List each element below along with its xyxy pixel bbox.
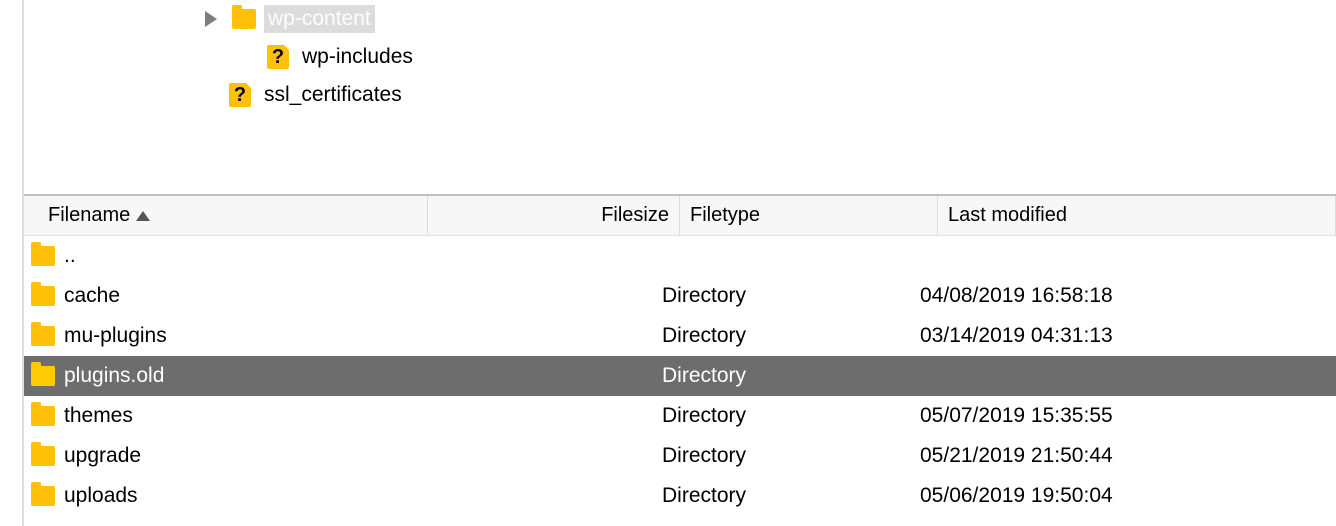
cell-filetype: Directory (662, 484, 920, 508)
filename-label: uploads (64, 484, 138, 508)
tree-item[interactable]: ? ssl_certificates (24, 76, 1336, 114)
filename-label: .. (64, 244, 76, 268)
table-row[interactable]: plugins.old Directory (24, 356, 1336, 396)
column-headers: Filename Filesize Filetype Last modified (24, 196, 1336, 236)
cell-modified: 04/08/2019 16:58:18 (920, 284, 1336, 308)
file-rows: ..cacheDirectory04/08/2019 16:58:18mu-pl… (24, 236, 1336, 516)
unknown-file-icon: ? (262, 45, 294, 69)
cell-filetype: Directory (662, 404, 920, 428)
folder-icon (28, 406, 58, 426)
column-modified[interactable]: Last modified (938, 196, 1336, 235)
cell-filename: themes (28, 404, 418, 428)
cell-filetype: Directory (662, 364, 920, 388)
tree-arrow-slot[interactable] (194, 11, 228, 27)
cell-modified: 05/07/2019 15:35:55 (920, 404, 1336, 428)
column-filename-label: Filename (48, 204, 130, 227)
folder-icon (31, 486, 55, 506)
folder-icon (31, 286, 55, 306)
column-filename[interactable]: Filename (38, 196, 428, 235)
cell-filename: upgrade (28, 444, 418, 468)
filename-label: mu-plugins (64, 324, 167, 348)
cell-filetype: Directory (662, 284, 920, 308)
tree-item-label: wp-includes (298, 43, 417, 71)
folder-icon (28, 486, 58, 506)
sort-ascending-icon (136, 211, 150, 221)
folder-icon (31, 326, 55, 346)
filename-label: cache (64, 284, 120, 308)
folder-icon (28, 246, 58, 266)
filename-label: upgrade (64, 444, 141, 468)
folder-icon (28, 366, 58, 386)
folder-icon (31, 446, 55, 466)
tree-item[interactable]: ? wp-includes (24, 38, 1336, 76)
table-row[interactable]: .. (24, 236, 1336, 276)
cell-modified: 05/21/2019 21:50:44 (920, 444, 1336, 468)
table-row[interactable]: upgrade Directory05/21/2019 21:50:44 (24, 436, 1336, 476)
folder-icon (28, 326, 58, 346)
table-row[interactable]: cache Directory04/08/2019 16:58:18 (24, 276, 1336, 316)
tree-item-label: ssl_certificates (260, 81, 406, 109)
unknown-file-icon: ? (224, 83, 256, 107)
question-mark-icon: ? (267, 45, 289, 69)
file-list-pane: Filename Filesize Filetype Last modified… (24, 196, 1336, 516)
folder-tree: wp-content? wp-includes? ssl_certificates (24, 0, 1336, 196)
filename-label: plugins.old (64, 364, 164, 388)
column-filetype[interactable]: Filetype (680, 196, 938, 235)
cell-modified: 03/14/2019 04:31:13 (920, 324, 1336, 348)
tree-item[interactable]: wp-content (24, 0, 1336, 38)
table-row[interactable]: mu-plugins Directory03/14/2019 04:31:13 (24, 316, 1336, 356)
column-filetype-label: Filetype (690, 204, 760, 227)
cell-filename: mu-plugins (28, 324, 418, 348)
cell-filename: uploads (28, 484, 418, 508)
column-filesize-label: Filesize (601, 204, 669, 227)
chevron-right-icon (205, 11, 217, 27)
cell-modified: 05/06/2019 19:50:04 (920, 484, 1336, 508)
folder-icon (28, 446, 58, 466)
column-modified-label: Last modified (948, 204, 1067, 227)
cell-filetype: Directory (662, 324, 920, 348)
question-mark-icon: ? (229, 83, 251, 107)
cell-filename: plugins.old (28, 364, 418, 388)
cell-filetype: Directory (662, 444, 920, 468)
folder-icon (232, 9, 256, 29)
table-row[interactable]: themes Directory05/07/2019 15:35:55 (24, 396, 1336, 436)
folder-icon (31, 246, 55, 266)
cell-filename: cache (28, 284, 418, 308)
folder-icon (28, 286, 58, 306)
table-row[interactable]: uploads Directory05/06/2019 19:50:04 (24, 476, 1336, 516)
cell-filename: .. (28, 244, 418, 268)
column-filesize[interactable]: Filesize (428, 196, 680, 235)
folder-icon (31, 406, 55, 426)
tree-item-label: wp-content (264, 5, 375, 33)
folder-icon (228, 9, 260, 29)
folder-icon (31, 366, 55, 386)
filename-label: themes (64, 404, 133, 428)
